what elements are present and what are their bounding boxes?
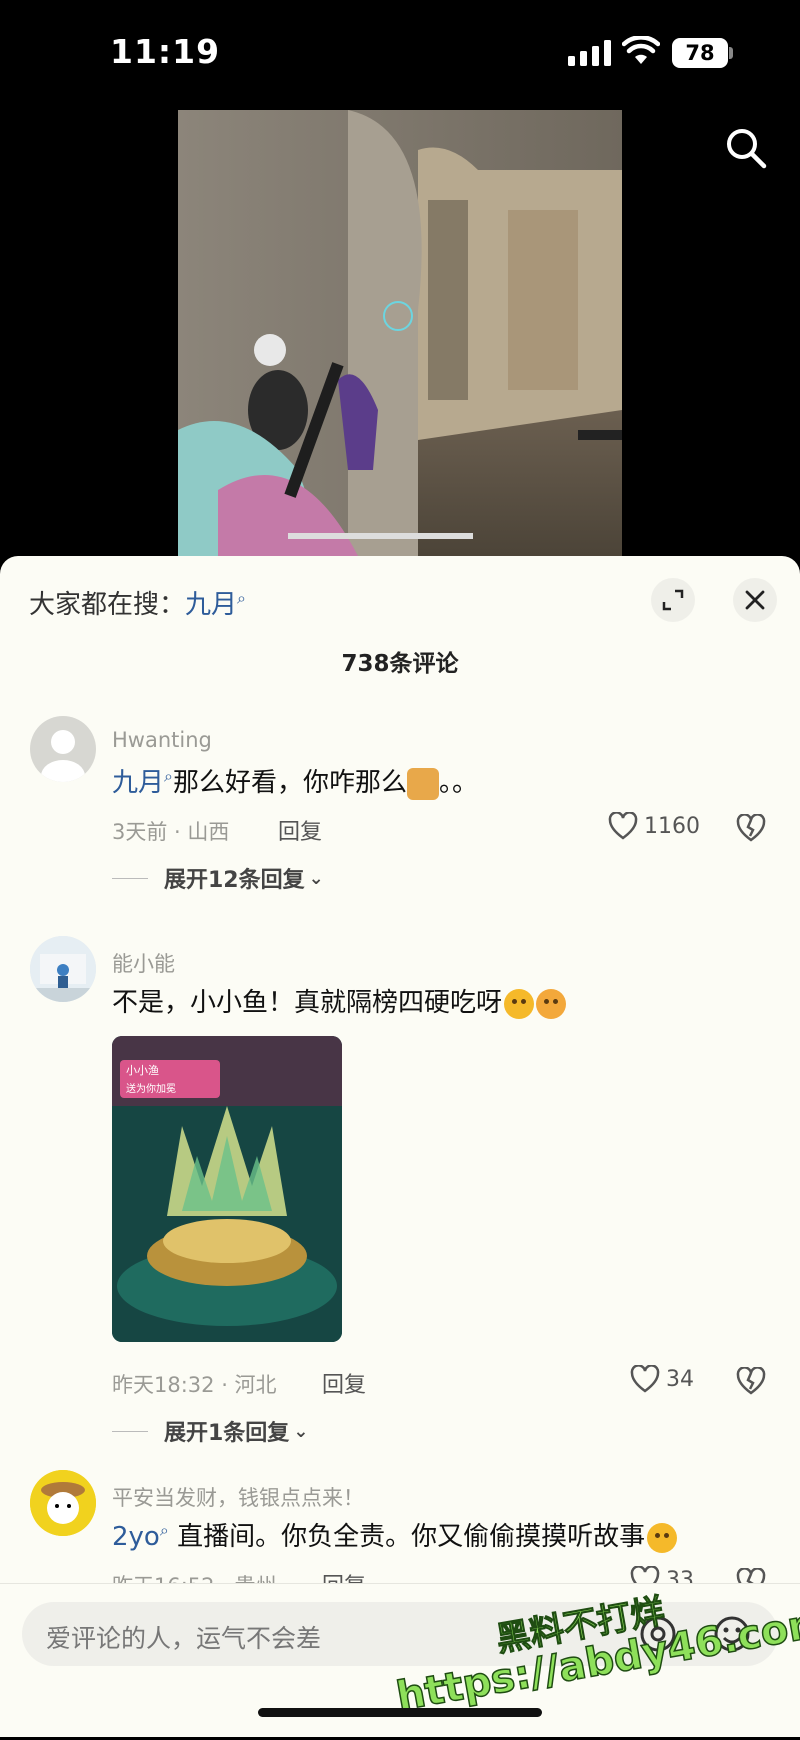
- search-suggestion-prefix: 大家都在搜：: [29, 590, 186, 620]
- expand-replies-button[interactable]: 展开12条回复 ⌄: [112, 862, 324, 894]
- search-icon[interactable]: [724, 126, 768, 170]
- divider-line: [112, 877, 148, 879]
- comment-body: 直播间。你负全责。你又偷偷摸摸听故事: [168, 1522, 646, 1552]
- comment-body: 不是，小小鱼！真就隔榜四硬吃呀: [112, 988, 503, 1018]
- cat-sticker-icon: [407, 767, 439, 800]
- comment-sheet: 大家都在搜：九月⌕ 738条评论 Hwanting 九月⌕那么好看，你咋那么。。…: [0, 556, 800, 1736]
- avatar-image: [30, 936, 96, 1002]
- comment-text: 不是，小小鱼！真就隔榜四硬吃呀: [112, 982, 567, 1019]
- comment-count: 738条评论: [341, 651, 459, 677]
- reply-button[interactable]: 回复: [278, 814, 322, 846]
- smug-emoji-icon: [536, 988, 567, 1019]
- avatar[interactable]: [30, 716, 96, 782]
- avatar[interactable]: [30, 1470, 96, 1536]
- heart-icon: [608, 812, 638, 840]
- video-player[interactable]: [178, 110, 622, 556]
- expand-icon: [662, 589, 684, 611]
- status-time: 11:19: [110, 32, 221, 71]
- like-count: 1160: [644, 813, 700, 839]
- divider-line: [112, 1430, 148, 1432]
- like-button[interactable]: 1160: [608, 812, 700, 840]
- battery-level: 78: [672, 38, 728, 68]
- comment-meta: 昨天18:32 · 河北: [112, 1373, 277, 1397]
- expand-replies-label: 展开12条回复: [164, 868, 305, 893]
- home-indicator[interactable]: [258, 1708, 542, 1717]
- grin-emoji-icon: [647, 1522, 678, 1553]
- default-avatar-icon: [41, 730, 85, 782]
- search-suggestion[interactable]: 大家都在搜：九月⌕: [29, 584, 246, 621]
- search-small-icon: ⌕: [237, 588, 246, 608]
- avatar[interactable]: [30, 936, 96, 1002]
- close-sheet-button[interactable]: [733, 578, 777, 622]
- comment-mention[interactable]: 九月: [112, 768, 164, 798]
- battery-cap: [729, 47, 733, 59]
- expand-replies-button[interactable]: 展开1条回复 ⌄: [112, 1415, 308, 1447]
- search-suggestion-keyword[interactable]: 九月: [185, 590, 237, 620]
- dislike-heart-icon[interactable]: [736, 1367, 766, 1395]
- comment-mention[interactable]: 2yo: [112, 1522, 160, 1552]
- comment-image[interactable]: 小小渔 送为你加冕: [112, 1036, 342, 1342]
- comment-body: 那么好看，你咋那么: [172, 768, 407, 798]
- grin-emoji-icon: [504, 988, 535, 1019]
- comment-username[interactable]: Hwanting: [112, 728, 212, 752]
- comment-username[interactable]: 平安当发财，钱银点点来！: [112, 1482, 364, 1512]
- status-bar: 11:19 78: [0, 0, 800, 100]
- chevron-down-icon: ⌄: [308, 867, 324, 889]
- avatar-image: [30, 1470, 96, 1536]
- wifi-icon: [622, 36, 660, 64]
- close-icon: [745, 590, 765, 610]
- comment-text: 九月⌕那么好看，你咋那么 。。: [112, 762, 478, 800]
- search-small-icon: ⌕: [164, 766, 173, 786]
- comment-text: 2yo⌕ 直播间。你负全责。你又偷偷摸摸听故事: [112, 1516, 678, 1553]
- image-caption-badge: 小小渔 送为你加冕: [120, 1060, 220, 1098]
- like-count: 34: [666, 1366, 694, 1392]
- video-frame-illustration: [178, 110, 622, 556]
- cellular-signal-icon: [568, 40, 611, 66]
- comment-input-placeholder: 爱评论的人，运气不会差: [46, 1624, 322, 1653]
- heart-icon: [630, 1365, 660, 1393]
- chevron-down-icon: ⌄: [293, 1420, 309, 1442]
- comment-meta: 3天前 · 山西: [112, 820, 230, 844]
- expand-replies-label: 展开1条回复: [164, 1421, 290, 1446]
- image-caption-sub: 送为你加冕: [126, 1084, 176, 1095]
- search-small-icon: ⌕: [159, 1520, 169, 1540]
- image-caption-name: 小小渔: [126, 1064, 159, 1077]
- comment-username[interactable]: 能小能: [112, 948, 175, 978]
- reply-button[interactable]: 回复: [322, 1367, 366, 1399]
- dislike-heart-icon[interactable]: [736, 814, 766, 842]
- expand-sheet-button[interactable]: [651, 578, 695, 622]
- like-button[interactable]: 34: [630, 1365, 694, 1393]
- comment-suffix: 。。: [439, 768, 479, 798]
